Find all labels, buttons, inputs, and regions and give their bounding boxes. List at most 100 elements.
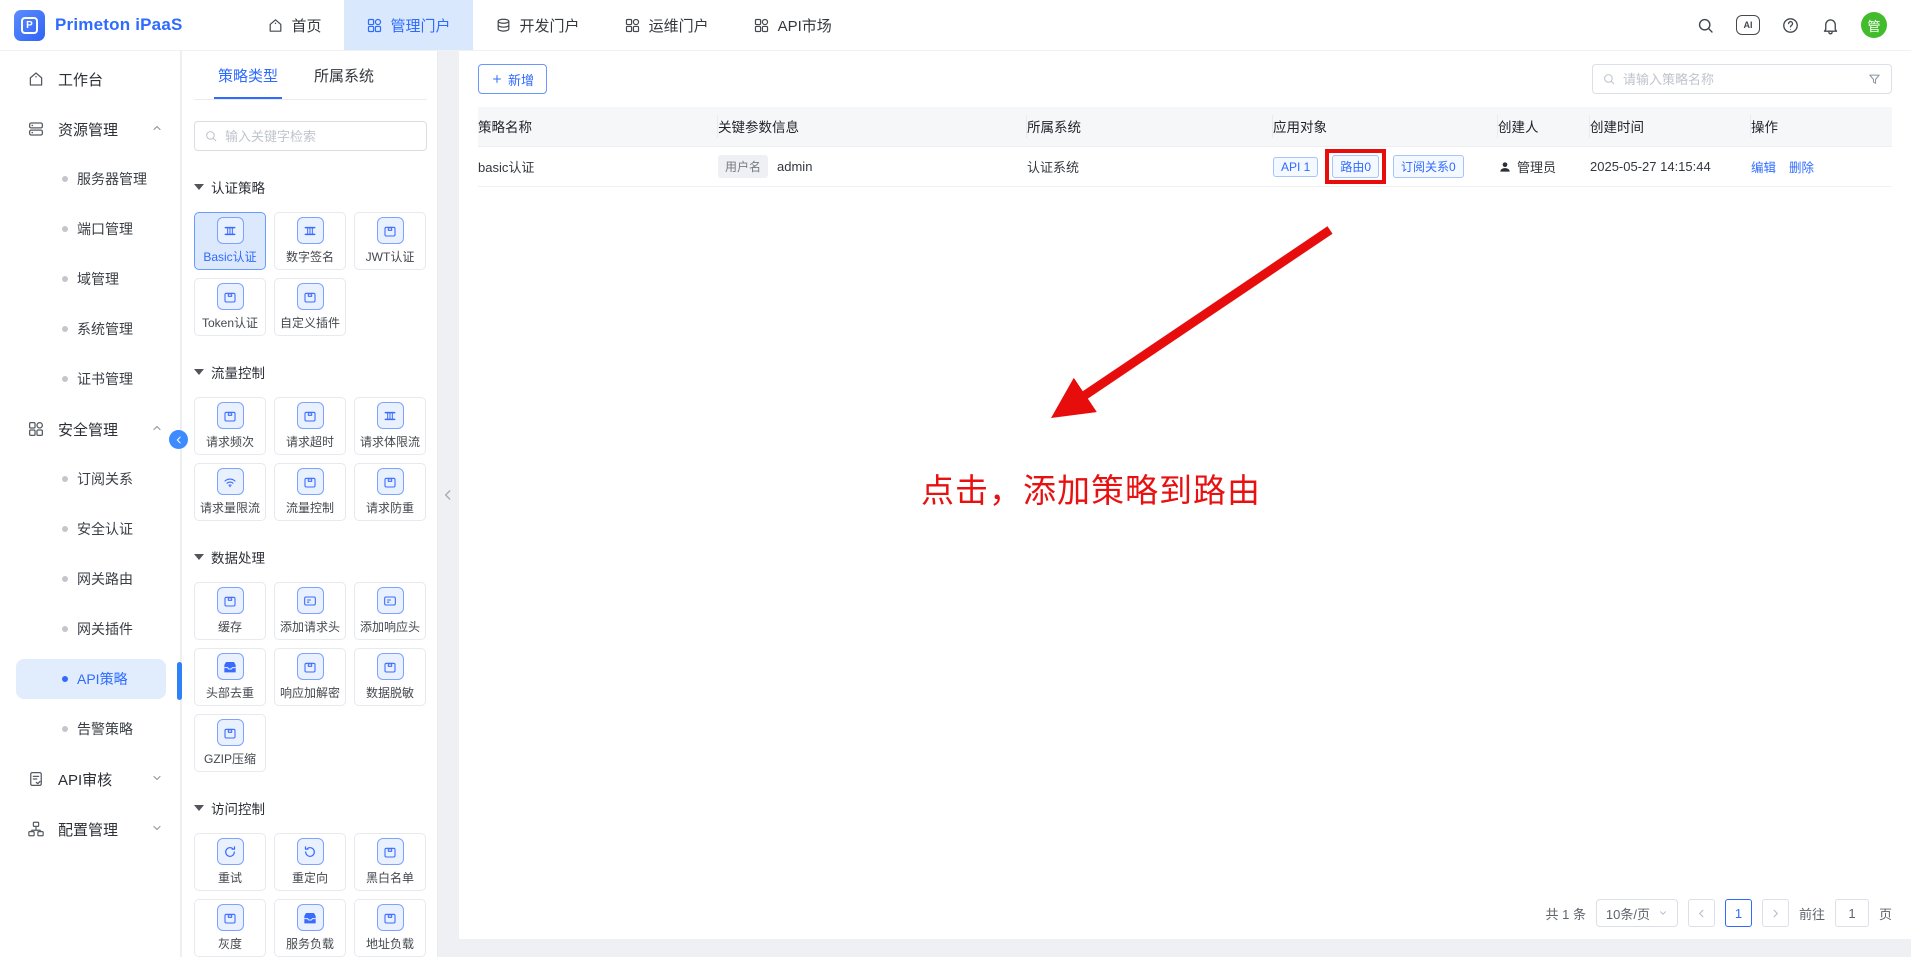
next-page-button[interactable] xyxy=(1761,899,1789,927)
policy-list-content: 新增 策略名称 关键参数信息 所属系统 应用对象 创建人 创建时间 操作 bas… xyxy=(459,51,1911,939)
help-icon[interactable] xyxy=(1781,16,1800,35)
policy-card-service-load[interactable]: 服务负载 xyxy=(274,899,346,957)
policy-name-search-input[interactable] xyxy=(1623,71,1860,87)
policy-card-add-response-header[interactable]: 添加响应头 xyxy=(354,582,426,640)
prev-page-button[interactable] xyxy=(1687,899,1715,927)
sidebar-group-resources[interactable]: 资源管理 xyxy=(16,109,166,149)
card-label: 头部去重 xyxy=(205,686,254,700)
tab-owning-system[interactable]: 所属系统 xyxy=(314,51,374,99)
sidebar-item-subscriptions[interactable]: 订阅关系 xyxy=(16,459,166,499)
policy-card-body-limit[interactable]: 请求体限流 xyxy=(354,397,426,455)
chevron-down-icon xyxy=(1658,908,1668,918)
edit-link[interactable]: 编辑 xyxy=(1751,157,1776,176)
policy-card-retry[interactable]: 重试 xyxy=(194,833,266,891)
sidebar-collapse-button[interactable] xyxy=(169,430,188,449)
nav-item-ops-portal[interactable]: 运维门户 xyxy=(602,0,731,50)
sidebar-item-label: 安全认证 xyxy=(77,521,133,537)
sidebar-item-api-policies[interactable]: API策略 xyxy=(16,659,166,699)
sidebar-item-domain-mgmt[interactable]: 域管理 xyxy=(16,259,166,299)
section-title: 访问控制 xyxy=(211,802,265,817)
card-label: 重试 xyxy=(217,871,242,885)
nav-label: 开发门户 xyxy=(519,17,580,35)
policy-card-digital-signature[interactable]: 数字签名 xyxy=(274,212,346,270)
policy-card-basic-auth[interactable]: Basic认证 xyxy=(194,212,266,270)
panel-collapse-button[interactable] xyxy=(441,488,455,505)
page-size-select[interactable]: 10条/页 xyxy=(1595,899,1678,927)
card-label: Basic认证 xyxy=(203,250,257,264)
wifi-icon xyxy=(216,468,244,495)
policy-card-blacklist-whitelist[interactable]: 黑白名单 xyxy=(354,833,426,891)
subscription-count-tag[interactable]: 订阅关系0 xyxy=(1393,155,1464,178)
route-count-tag[interactable]: 路由0 xyxy=(1332,155,1380,178)
creator-cell: 管理员 xyxy=(1498,157,1590,176)
policy-card-volume-limit[interactable]: 请求量限流 xyxy=(194,463,266,521)
section-data-processing[interactable]: 数据处理 xyxy=(194,547,427,567)
sidebar-item-label: 服务器管理 xyxy=(77,171,147,187)
section-auth-policies[interactable]: 认证策略 xyxy=(194,177,427,197)
sidebar-item-alert-policies[interactable]: 告警策略 xyxy=(16,709,166,749)
param-value: admin xyxy=(777,159,813,174)
sidebar-item-server-mgmt[interactable]: 服务器管理 xyxy=(16,159,166,199)
bullet-dot xyxy=(62,376,68,382)
sidebar-group-api-audit[interactable]: API审核 xyxy=(16,759,166,799)
column-header: 创建时间 xyxy=(1590,114,1751,139)
panel-search-box xyxy=(194,121,427,151)
fence-icon xyxy=(216,217,244,244)
policy-card-header-dedup[interactable]: 头部去重 xyxy=(194,648,266,706)
sidebar-item-system-mgmt[interactable]: 系统管理 xyxy=(16,309,166,349)
policy-card-custom-plugin[interactable]: 自定义插件 xyxy=(274,278,346,336)
nav-item-api-market[interactable]: API市场 xyxy=(731,0,854,50)
search-icon[interactable] xyxy=(1696,16,1715,35)
fence-icon xyxy=(296,217,324,244)
filter-funnel-icon[interactable] xyxy=(1867,72,1882,87)
sidebar-item-cert-mgmt[interactable]: 证书管理 xyxy=(16,359,166,399)
section-access-control[interactable]: 访问控制 xyxy=(194,798,427,818)
policy-card-anti-replay[interactable]: 请求防重 xyxy=(354,463,426,521)
sidebar-group-config-mgmt[interactable]: 配置管理 xyxy=(16,809,166,849)
policy-card-token-auth[interactable]: Token认证 xyxy=(194,278,266,336)
nav-item-admin-portal[interactable]: 管理门户 xyxy=(343,0,473,50)
policy-card-response-crypto[interactable]: 响应加解密 xyxy=(274,648,346,706)
sidebar-item-gateway-routes[interactable]: 网关路由 xyxy=(16,559,166,599)
add-policy-button[interactable]: 新增 xyxy=(478,64,548,94)
ai-assistant-icon[interactable]: AI xyxy=(1736,15,1760,35)
card-label: 地址负载 xyxy=(365,937,414,951)
policy-card-add-request-header[interactable]: 添加请求头 xyxy=(274,582,346,640)
policy-card-cache[interactable]: 缓存 xyxy=(194,582,266,640)
package-icon xyxy=(376,468,404,495)
sidebar-item-label: 网关插件 xyxy=(77,621,133,637)
policy-card-gray-release[interactable]: 灰度 xyxy=(194,899,266,957)
api-count-tag[interactable]: API 1 xyxy=(1273,156,1319,177)
nav-item-dev-portal[interactable]: 开发门户 xyxy=(473,0,602,50)
keyword-search-input[interactable] xyxy=(225,128,417,144)
caret-down-icon xyxy=(194,805,204,811)
policy-card-jwt-auth[interactable]: JWT认证 xyxy=(354,212,426,270)
policy-card-data-masking[interactable]: 数据脱敏 xyxy=(354,648,426,706)
delete-link[interactable]: 删除 xyxy=(1789,157,1814,176)
policy-card-flow-control[interactable]: 流量控制 xyxy=(274,463,346,521)
policy-card-redirect[interactable]: 重定向 xyxy=(274,833,346,891)
sidebar-item-workbench[interactable]: 工作台 xyxy=(16,59,166,99)
redirect-icon xyxy=(296,838,324,865)
fence-icon xyxy=(376,402,404,429)
current-page-button[interactable]: 1 xyxy=(1724,899,1752,927)
sidebar-item-gateway-plugins[interactable]: 网关插件 xyxy=(16,609,166,649)
nav-item-home[interactable]: 首页 xyxy=(245,0,344,50)
sidebar-item-security-auth[interactable]: 安全认证 xyxy=(16,509,166,549)
sidebar-item-port-mgmt[interactable]: 端口管理 xyxy=(16,209,166,249)
sidebar-group-security[interactable]: 安全管理 xyxy=(16,409,166,449)
notification-bell-icon[interactable] xyxy=(1821,16,1840,35)
user-avatar[interactable]: 管 xyxy=(1861,12,1887,38)
sidebar-item-label: 告警策略 xyxy=(77,721,133,737)
policy-card-address-load[interactable]: 地址负载 xyxy=(354,899,426,957)
policy-card-request-timeout[interactable]: 请求超时 xyxy=(274,397,346,455)
card-label: 请求量限流 xyxy=(199,501,260,515)
section-traffic-control[interactable]: 流量控制 xyxy=(194,362,427,382)
chevron-up-icon xyxy=(151,421,163,437)
goto-page-input[interactable] xyxy=(1834,899,1869,927)
column-header: 创建人 xyxy=(1498,114,1590,139)
tab-policy-type[interactable]: 策略类型 xyxy=(213,51,283,99)
policy-card-request-rate[interactable]: 请求频次 xyxy=(194,397,266,455)
sidebar-item-label: 网关路由 xyxy=(77,571,133,587)
policy-card-gzip[interactable]: GZIP压缩 xyxy=(194,714,266,772)
